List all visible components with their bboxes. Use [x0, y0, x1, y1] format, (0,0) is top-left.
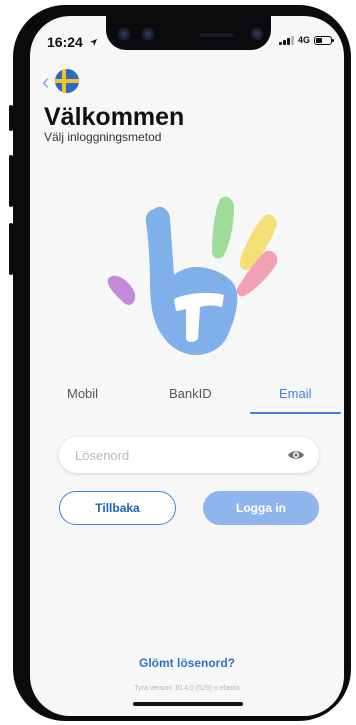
password-field[interactable] [59, 437, 319, 473]
logo-finger-pink [107, 275, 136, 305]
tab-bankid[interactable]: BankID [169, 386, 212, 401]
side-button-volume-down [9, 223, 13, 275]
back-button[interactable]: Tillbaka [59, 491, 176, 525]
tab-mobil[interactable]: Mobil [67, 386, 98, 401]
forgot-password-link[interactable]: Glömt lösenord? [30, 656, 344, 670]
camera-icon [118, 28, 130, 40]
front-camera-icon [251, 28, 263, 40]
battery-icon [314, 35, 334, 45]
network-type: 4G [297, 35, 310, 45]
login-button[interactable]: Logga in [203, 491, 319, 525]
version-text: Tyra version 10.4.0 (529) o elastix [134, 685, 240, 692]
page-subtitle: Välj inloggningsmetod [44, 130, 162, 144]
login-method-tabs: Mobil BankID Email [30, 386, 344, 414]
swedish-flag-icon[interactable] [55, 69, 79, 93]
app-screen: 16:24 4G ‹ Välkommen Välj inloggningsmet… [30, 16, 344, 716]
status-indicators: 4G [278, 35, 334, 45]
notch [106, 16, 271, 50]
side-button-mute [9, 105, 13, 131]
active-tab-indicator [250, 412, 341, 414]
tyra-hand-logo [107, 196, 278, 355]
signal-icon [278, 35, 294, 45]
status-time: 16:24 [47, 34, 98, 50]
chevron-left-icon[interactable]: ‹ [42, 71, 49, 93]
speaker-grille [200, 33, 234, 37]
page-title: Välkommen [44, 103, 185, 131]
eye-icon[interactable] [287, 449, 305, 461]
tab-email[interactable]: Email [279, 386, 312, 401]
status-time-text: 16:24 [47, 34, 83, 50]
logo-finger-green [212, 196, 234, 259]
side-button-volume-up [9, 155, 13, 207]
home-indicator[interactable] [133, 702, 243, 706]
sensor-icon [142, 28, 154, 40]
password-input[interactable] [73, 446, 287, 464]
location-arrow-icon [89, 38, 97, 47]
